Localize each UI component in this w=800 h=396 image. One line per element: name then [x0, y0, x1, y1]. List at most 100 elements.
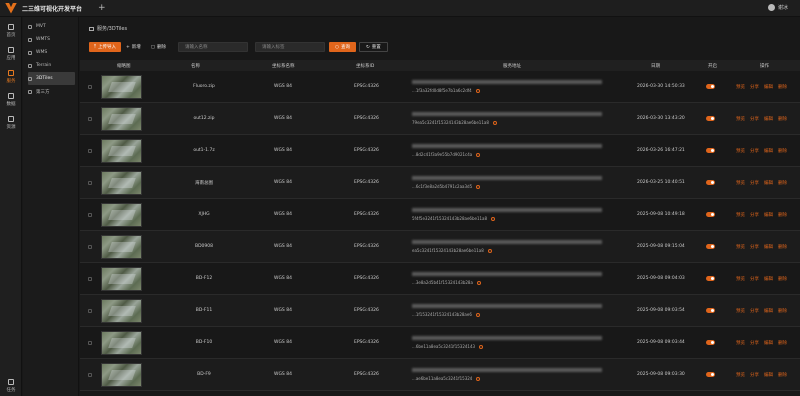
enable-toggle[interactable]	[706, 180, 715, 185]
subnav-item-4[interactable]: 3DTiles	[28, 72, 75, 85]
action-0[interactable]: 预览	[736, 276, 745, 282]
copy-icon[interactable]	[479, 344, 484, 349]
copy-icon[interactable]	[475, 312, 480, 317]
row-checkbox[interactable]	[88, 213, 92, 217]
action-2[interactable]: 编辑	[764, 372, 773, 378]
add-button[interactable]: + 新增	[121, 42, 146, 52]
row-service-address: ...1f153241f15324143b28ae6	[412, 304, 612, 317]
action-2[interactable]: 编辑	[764, 244, 773, 250]
action-3[interactable]: 删除	[778, 276, 787, 282]
row-checkbox[interactable]	[88, 373, 92, 377]
action-1[interactable]: 分享	[750, 212, 759, 218]
column-header: 开启	[708, 64, 717, 69]
action-3[interactable]: 删除	[778, 116, 787, 122]
trash-icon: ▢	[150, 44, 156, 50]
action-0[interactable]: 预览	[736, 308, 745, 314]
copy-icon[interactable]	[487, 248, 492, 253]
reset-button[interactable]: ↻ 重置	[358, 42, 388, 52]
action-2[interactable]: 编辑	[764, 276, 773, 282]
action-1[interactable]: 分享	[750, 340, 759, 346]
action-2[interactable]: 编辑	[764, 148, 773, 154]
action-1[interactable]: 分享	[750, 308, 759, 314]
action-2[interactable]: 编辑	[764, 340, 773, 346]
action-3[interactable]: 删除	[778, 244, 787, 250]
nav-item-1[interactable]: 应用	[0, 43, 22, 65]
breadcrumb-text: 服务/3DTiles	[97, 26, 128, 32]
row-checkbox[interactable]	[88, 245, 92, 249]
enable-toggle[interactable]	[706, 372, 715, 377]
action-0[interactable]: 预览	[736, 372, 745, 378]
action-1[interactable]: 分享	[750, 372, 759, 378]
action-1[interactable]: 分享	[750, 180, 759, 186]
enable-toggle[interactable]	[706, 148, 715, 153]
copy-icon[interactable]	[475, 88, 480, 93]
upload-button[interactable]: ⤒ 上传导入	[89, 42, 121, 52]
row-checkbox[interactable]	[88, 149, 92, 153]
copy-icon[interactable]	[476, 152, 481, 157]
action-0[interactable]: 预览	[736, 212, 745, 218]
action-0[interactable]: 预览	[736, 244, 745, 250]
row-checkbox[interactable]	[88, 181, 92, 185]
action-2[interactable]: 编辑	[764, 84, 773, 90]
row-name: out12.zip	[193, 116, 215, 121]
action-2[interactable]: 编辑	[764, 308, 773, 314]
action-1[interactable]: 分享	[750, 244, 759, 250]
action-1[interactable]: 分享	[750, 84, 759, 90]
action-3[interactable]: 删除	[778, 372, 787, 378]
copy-icon[interactable]	[476, 184, 481, 189]
row-checkbox[interactable]	[88, 277, 92, 281]
tag-search-input[interactable]: 请输入标签	[255, 42, 326, 52]
action-1[interactable]: 分享	[750, 276, 759, 282]
action-2[interactable]: 编辑	[764, 212, 773, 218]
row-checkbox[interactable]	[88, 309, 92, 313]
row-checkbox[interactable]	[88, 341, 92, 345]
copy-icon[interactable]	[492, 120, 497, 125]
enable-toggle[interactable]	[706, 276, 715, 281]
subnav-item-0[interactable]: MVT	[28, 20, 75, 33]
copy-icon[interactable]	[476, 376, 481, 381]
enable-toggle[interactable]	[706, 116, 715, 121]
enable-toggle[interactable]	[706, 340, 715, 345]
user-menu[interactable]: 谢冰	[767, 4, 788, 11]
copy-icon[interactable]	[491, 216, 496, 221]
nav-item-0[interactable]: 首页	[0, 20, 22, 42]
enable-toggle[interactable]	[706, 212, 715, 217]
subnav-item-5[interactable]: 第三方	[28, 85, 75, 98]
action-1[interactable]: 分享	[750, 116, 759, 122]
action-0[interactable]: 预览	[736, 148, 745, 154]
action-1[interactable]: 分享	[750, 148, 759, 154]
thumbnail-image	[101, 363, 142, 387]
row-checkbox[interactable]	[88, 85, 92, 89]
search-button[interactable]: ○ 查询	[329, 42, 356, 52]
action-2[interactable]: 编辑	[764, 116, 773, 122]
action-3[interactable]: 删除	[778, 84, 787, 90]
enable-toggle[interactable]	[706, 308, 715, 313]
delete-button[interactable]: ▢ 删除	[146, 42, 171, 52]
new-tab-button[interactable]: +	[98, 3, 106, 13]
nav-item-4[interactable]: 资源	[0, 112, 22, 134]
action-3[interactable]: 删除	[778, 308, 787, 314]
action-0[interactable]: 预览	[736, 340, 745, 346]
enable-toggle[interactable]	[706, 84, 715, 89]
copy-icon[interactable]	[476, 280, 481, 285]
nav-item-3[interactable]: 数据	[0, 89, 22, 111]
enable-toggle[interactable]	[706, 244, 715, 249]
row-crs: WGS 84	[274, 148, 292, 153]
nav-item-2[interactable]: 服务	[0, 66, 22, 88]
subnav-item-1[interactable]: WMTS	[28, 33, 75, 46]
subnav-item-3[interactable]: Terrain	[28, 59, 75, 72]
subnav-item-2[interactable]: WMS	[28, 46, 75, 59]
action-0[interactable]: 预览	[736, 116, 745, 122]
action-3[interactable]: 删除	[778, 148, 787, 154]
action-3[interactable]: 删除	[778, 340, 787, 346]
row-checkbox[interactable]	[88, 117, 92, 121]
row-service-address: 5f4f5e3241f15324143b28ae6be11a8	[412, 208, 612, 221]
action-0[interactable]: 预览	[736, 180, 745, 186]
action-2[interactable]: 编辑	[764, 180, 773, 186]
nav-item-5[interactable]: 任务	[0, 375, 22, 396]
action-3[interactable]: 删除	[778, 180, 787, 186]
name-search-input[interactable]: 请输入名称	[178, 42, 249, 52]
action-3[interactable]: 删除	[778, 212, 787, 218]
thumbnail-image	[101, 235, 142, 259]
action-0[interactable]: 预览	[736, 84, 745, 90]
